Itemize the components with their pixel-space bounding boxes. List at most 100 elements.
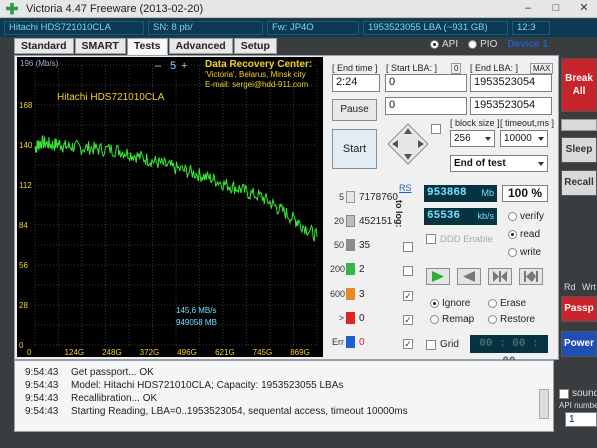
minimize-button[interactable]: – [521,2,535,15]
log-error-checkbox[interactable]: ✓ [403,339,413,349]
stat-label: 50 [333,240,344,250]
ddd-enable-checkbox[interactable] [426,234,436,244]
timeout-select[interactable]: 10000 [500,130,548,147]
tab-advanced[interactable]: Advanced [168,38,233,54]
step-minus-button[interactable]: – [155,60,161,72]
erase-radio[interactable]: Erase [488,298,526,309]
speed-data-point [137,155,139,158]
speed-data-point [285,212,288,215]
end-time-field[interactable]: 2:24 [332,74,380,92]
passport-button[interactable]: Passp [561,296,597,322]
speed-data-point [128,152,130,155]
stat-color-box [346,312,355,324]
end-button[interactable] [519,268,543,285]
drive-serial: SN: 8 pb/ [148,21,263,35]
end-time-label: [ End time ] [332,63,378,73]
current-lba-field[interactable]: 1953523054 [470,97,552,115]
write-label: write [520,247,542,258]
api-radio[interactable]: API [430,39,458,50]
stat-color-box [346,239,355,251]
read-label: read [520,229,541,240]
x-tick-label: 248G [102,348,122,357]
break-all-button[interactable]: Break All [561,58,597,112]
pio-radio[interactable]: PIO [468,39,497,50]
tab-setup[interactable]: Setup [233,38,277,54]
stat-label: Err [332,337,344,347]
read-radio[interactable]: read [508,229,540,240]
speed-data-point [249,192,251,195]
victoria-app-icon [6,2,18,15]
block-size-select[interactable]: 256 [450,130,495,147]
verify-radio[interactable]: verify [508,211,544,222]
maximize-button[interactable]: □ [549,2,563,15]
write-radio[interactable]: write [508,247,541,258]
sound-checkbox[interactable] [559,389,569,399]
speed-data-point [109,148,111,150]
graph-drive-label: Hitachi HDS721010CLA [57,92,165,103]
grid-lock-checkbox[interactable] [431,124,441,134]
log-200ms-checkbox[interactable] [403,266,413,276]
recall-button[interactable]: Recall [561,170,597,196]
play-button[interactable] [426,268,450,285]
speed-display: 65536 kb/s [424,208,497,225]
restore-radio[interactable]: Restore [488,314,535,325]
grid-label: Grid [440,339,459,350]
close-button[interactable]: ✕ [577,2,591,15]
stat-row-50ms: 50 35 [330,238,370,252]
processed-mb-unit: Mb [481,188,494,198]
tab-tests[interactable]: Tests [126,38,168,55]
y-tick-label: 0 [19,341,24,350]
skip-button[interactable] [488,268,512,285]
end-time-value: 2:24 [336,76,358,88]
end-of-test-select[interactable]: End of test [450,155,548,172]
speed-data-point [147,158,149,160]
y-tick-label: 56 [19,261,28,270]
title-bar: Victoria 4.47 Freeware (2013-02-20) – □ … [0,0,597,18]
end-of-test-value: End of test [454,158,506,169]
step-plus-button[interactable]: + [181,60,187,72]
speed-data-point [173,167,175,169]
start-lba-reset-button[interactable]: 0 [451,63,462,74]
speed-data-point [64,145,66,148]
tab-standard[interactable]: Standard [14,38,74,54]
speed-data-point [240,188,242,190]
stat-label: 600 [330,289,346,299]
log-600ms-checkbox[interactable]: ✓ [403,291,413,301]
api-number-field[interactable]: 1 [565,412,597,427]
stat-value: 452151 [359,215,393,227]
grid-checkbox[interactable] [426,340,436,350]
speed-data-point [194,172,197,175]
end-lba-max-button[interactable]: MAX [530,63,554,74]
log-50ms-checkbox[interactable] [403,242,413,252]
log-over-checkbox[interactable]: ✓ [403,315,413,325]
drive-capacity: 1953523055 LBA (~931 GB) [363,21,508,35]
speed-data-point [164,164,166,166]
to-log-label: to log: [394,200,404,228]
sleep-button[interactable]: Sleep [561,137,597,163]
power-button[interactable]: Power [561,331,597,357]
x-tick-label: 621G [215,348,235,357]
ignore-label: Ignore [442,298,471,309]
stat-row-over: > 0 [330,311,365,325]
remap-radio[interactable]: Remap [430,314,474,325]
api-number-label: API numbe [559,401,597,410]
start-lba-field[interactable]: 0 [385,74,467,92]
direction-pad[interactable] [386,122,430,166]
current-lba-start-field[interactable]: 0 [385,97,467,115]
log-scrollbar[interactable] [539,389,549,419]
back-button[interactable] [457,268,481,285]
stat-label: 20 [333,216,344,226]
main-tabs: Standard SMART Tests Advanced Setup [14,38,278,55]
start-button[interactable]: Start [332,129,377,169]
end-lba-field[interactable]: 1953523054 [470,74,552,92]
chevron-down-icon [485,137,491,141]
api-radio-dot [430,39,439,49]
reset-stats-button[interactable]: RS [399,183,412,193]
stat-value: 2 [359,263,365,275]
ignore-radio[interactable]: Ignore [430,298,470,309]
pause-button[interactable]: Pause [332,99,377,121]
y-tick-label: 168 [19,101,33,110]
tab-smart[interactable]: SMART [74,38,126,54]
y-tick-label: 140 [19,141,33,150]
sound-label: sound [572,388,597,399]
